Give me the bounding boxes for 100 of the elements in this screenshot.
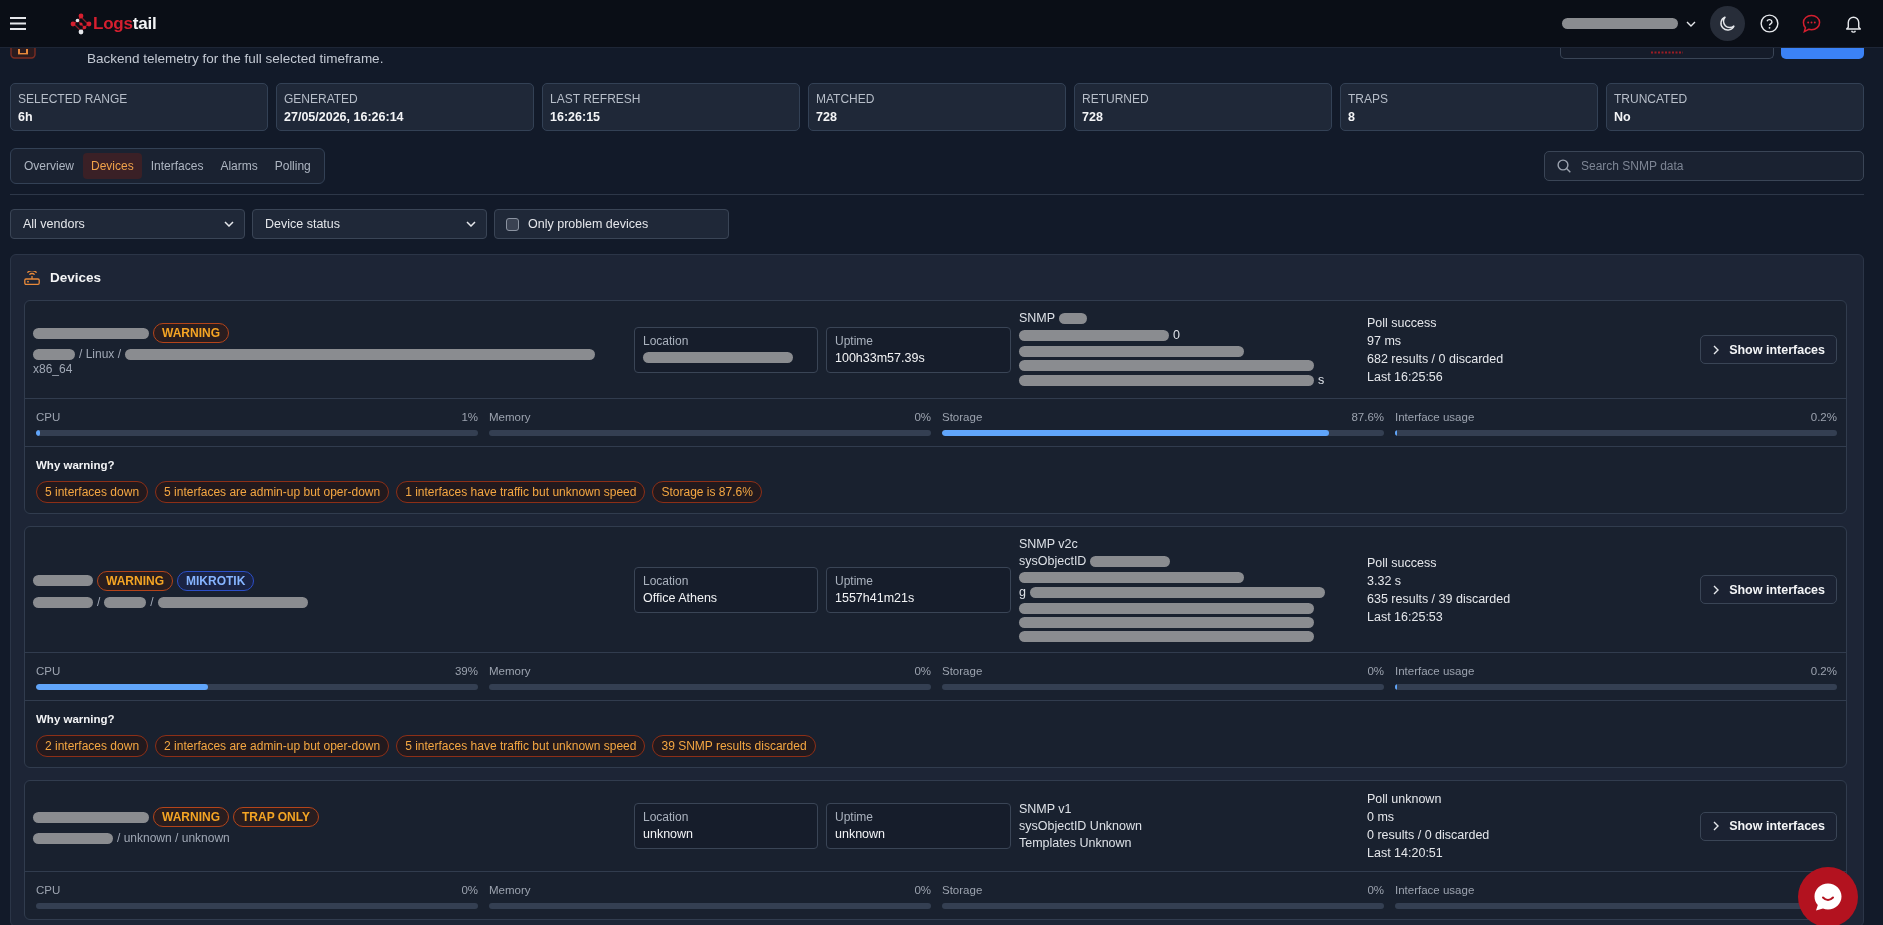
show-interfaces-button[interactable]: Show interfaces [1700,575,1837,604]
panel-title: Devices [50,270,102,285]
status-badge: MIKROTIK [177,570,255,591]
metric-reading: 0% [914,883,931,898]
metric-reading: 39% [454,664,478,679]
logo-icon[interactable] [70,12,92,35]
field-label: Location [643,332,690,349]
poll-text: 635 results / 39 discarded [1367,590,1512,608]
menu-icon[interactable] [10,17,26,30]
help-icon[interactable] [1760,14,1779,33]
metric-reading: 0.2% [1810,664,1837,679]
chevron-down-icon [1686,20,1696,27]
reason-tag: 5 interfaces have traffic but unknown speed [396,735,646,757]
chevron-right-icon [1713,584,1720,595]
field-label: Uptime [835,332,874,349]
metric-label: Storage [942,664,983,679]
stat-label: LAST REFRESH [550,91,642,107]
poll-text: Poll success [1367,314,1438,332]
poll-text: 97 ms [1367,332,1403,350]
poll-text: 0 results / 0 discarded [1367,827,1491,844]
search-icon [1557,159,1571,173]
stat-label: SELECTED RANGE [18,91,129,107]
metric-reading: 87.6% [1351,410,1384,425]
metric-reading: 0% [461,883,478,898]
poll-text: Last 16:25:53 [1367,608,1444,626]
poll-text: Last 16:25:56 [1367,368,1444,386]
warning-reasons-title: Why warning? [36,712,115,727]
stat-label: TRAPS [1348,91,1389,107]
chat-icon[interactable] [1802,14,1821,33]
redaction-bar [33,596,93,608]
speech-bubble-icon [1813,882,1843,912]
status-badge: TRAP ONLY [233,807,319,827]
moon-icon [1719,15,1736,32]
metric-label: CPU [36,410,61,425]
tab[interactable]: Interfaces [142,153,212,179]
metric-label: Storage [942,410,983,425]
metric-label: Memory [489,883,531,898]
reason-tag: Storage is 87.6% [652,481,762,503]
stat-value: 728 [816,109,838,125]
redaction-bar [33,349,75,360]
metric-reading: 0.2% [1810,410,1837,425]
metric-label: Interface usage [1395,664,1475,679]
stat-value: 16:26:15 [550,109,602,125]
filter-select[interactable]: Device status [252,209,487,239]
poll-text: 682 results / 0 discarded [1367,350,1505,368]
field-value: 1557h41m21s [835,589,915,607]
metric-label: Memory [489,410,531,425]
platform-text: / [150,594,154,610]
redaction-bar [1059,313,1088,324]
checkbox-field[interactable]: Only problem devices [494,209,729,239]
metric-reading: 0% [914,664,931,679]
filter-select[interactable]: All vendors [10,209,245,239]
field-value: 100h33m57.39s [835,349,925,367]
stat-value: 8 [1348,109,1356,125]
platform-text: / unknown / unknown [117,831,230,846]
metric-label: Storage [942,883,983,898]
tab[interactable]: Devices [83,153,142,179]
reason-tag: 1 interfaces have traffic but unknown speed [396,481,646,503]
show-interfaces-button[interactable]: Show interfaces [1700,335,1837,364]
snmp-text: SNMP v1 [1019,800,1072,818]
metric-label: Interface usage [1395,410,1475,425]
snmp-text: g [1019,584,1026,601]
reason-tag: 5 interfaces are admin-up but oper-down [155,481,390,503]
snmp-text: SNMP [1019,310,1056,327]
reason-tag: 2 interfaces down [36,735,149,757]
metric-reading: 0% [914,410,931,425]
poll-text: Poll unknown [1367,791,1443,808]
tab[interactable]: Alarms [212,153,266,179]
metric-reading: 0% [1367,883,1384,898]
cropped-icon [1650,51,1684,55]
stat-label: MATCHED [816,91,876,107]
show-interfaces-button[interactable]: Show interfaces [1700,811,1837,841]
notifications-icon[interactable] [1844,14,1863,33]
field-label: Location [643,572,690,589]
metric-reading: 0% [1367,664,1384,679]
stat-value: 6h [18,109,34,125]
page-icon [10,48,36,59]
status-badge: WARNING [97,570,173,591]
chevron-down-icon [466,221,476,227]
logo-wordmark[interactable]: Logstail [93,13,157,34]
status-badge: WARNING [153,807,229,827]
stat-value: No [1614,109,1632,125]
poll-text: Last 14:20:51 [1367,845,1444,862]
snmp-text: sysObjectID Unknown [1019,817,1142,835]
warning-reasons-title: Why warning? [36,458,115,473]
field-value: unknown [643,826,694,843]
search-field[interactable]: Search SNMP data [1544,151,1864,181]
router-icon [24,270,40,285]
checkbox[interactable] [506,217,519,231]
redaction-bar [104,596,147,608]
tab[interactable]: Polling [266,153,319,179]
stat-value: 728 [1082,109,1104,125]
theme-toggle-button[interactable] [1710,6,1745,41]
stat-label: RETURNED [1082,91,1150,107]
field-value: Office Athens [643,589,718,607]
metric-label: Memory [489,664,531,679]
tab[interactable]: Overview [16,153,82,179]
poll-text: 0 ms [1367,809,1396,826]
field-label: Uptime [835,809,874,825]
platform-text: / Linux / [79,347,122,362]
